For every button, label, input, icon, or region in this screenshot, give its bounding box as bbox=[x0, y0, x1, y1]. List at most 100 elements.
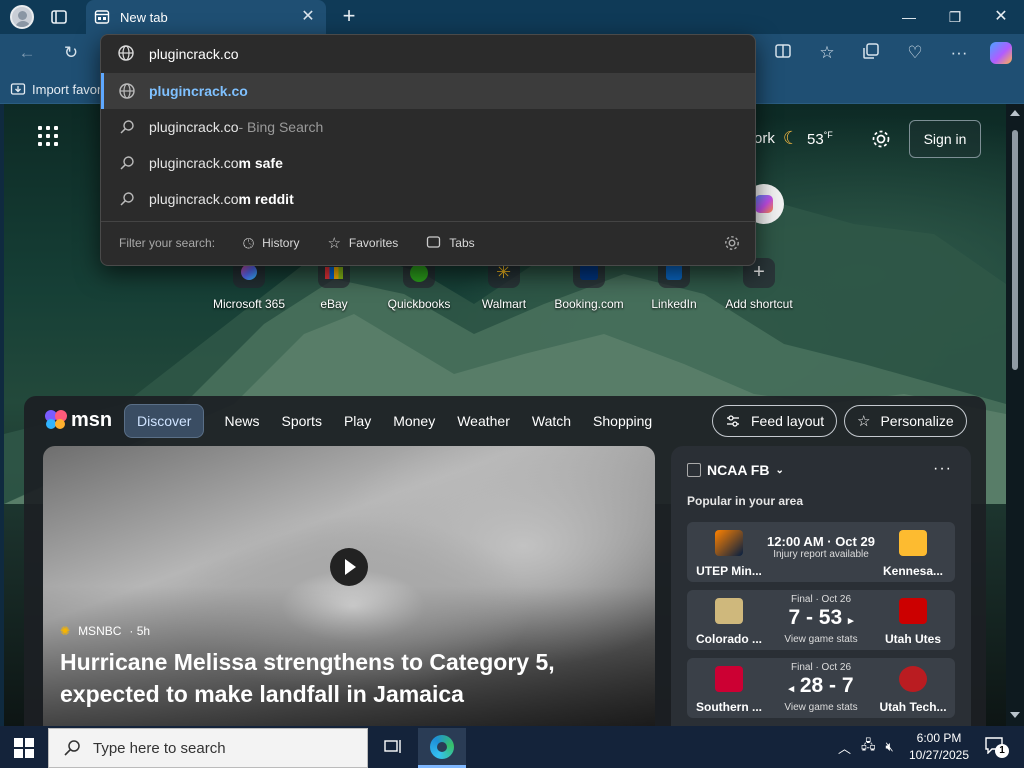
browser-essentials-icon[interactable]: ♡ bbox=[904, 42, 926, 64]
page-scrollbar[interactable] bbox=[1006, 104, 1024, 726]
page-settings-gear-icon[interactable] bbox=[870, 128, 892, 150]
windows-start-icon[interactable] bbox=[14, 738, 34, 758]
play-video-button[interactable] bbox=[330, 548, 368, 586]
view-game-stats-link[interactable]: View game stats bbox=[767, 702, 875, 713]
profile-avatar[interactable] bbox=[10, 5, 34, 29]
taskbar-search-box[interactable]: Type here to search bbox=[48, 728, 368, 768]
more-options-icon[interactable]: ··· bbox=[933, 460, 952, 478]
globe-icon bbox=[117, 82, 137, 100]
new-tab-button[interactable]: + bbox=[338, 5, 360, 28]
filter-tabs[interactable]: Tabs bbox=[426, 235, 475, 252]
network-icon[interactable]: 🖧︎ bbox=[861, 736, 876, 758]
weather-widget[interactable]: ork ☾ 53°F bbox=[754, 128, 833, 149]
suggestion-text: plugincrack.co bbox=[149, 83, 248, 99]
address-input[interactable] bbox=[149, 44, 739, 64]
suggestion-text: plugincrack.co bbox=[149, 119, 239, 135]
windows-taskbar: Type here to search ︿ 🖧︎ 🔇︎ 6:00 PM 10/2… bbox=[0, 726, 1024, 768]
suggestion-suffix: m safe bbox=[238, 155, 283, 171]
sliders-icon bbox=[727, 415, 739, 427]
more-menu-icon[interactable]: ··· bbox=[948, 42, 970, 64]
utep-miners-logo bbox=[715, 530, 743, 556]
address-bar-dropdown: plugincrack.co plugincrack.co - Bing Sea… bbox=[100, 34, 756, 266]
suggestion-safe[interactable]: plugincrack.co m safe bbox=[101, 145, 755, 181]
close-window-button[interactable]: ✕ bbox=[986, 6, 1016, 28]
filter-favorites[interactable]: ☆ Favorites bbox=[327, 234, 398, 252]
new-tab-page-icon bbox=[94, 9, 110, 25]
volume-muted-icon[interactable]: 🔇︎ bbox=[886, 739, 894, 755]
notification-count: 1 bbox=[995, 744, 1009, 758]
filter-label: Filter your search: bbox=[119, 236, 216, 250]
edge-icon bbox=[430, 735, 454, 759]
nav-watch[interactable]: Watch bbox=[532, 413, 571, 429]
refresh-icon[interactable]: ↻ bbox=[60, 42, 82, 64]
ncaa-logo-icon bbox=[687, 463, 701, 477]
winner-arrow-icon: ◂ bbox=[788, 683, 794, 695]
moon-icon: ☾ bbox=[782, 128, 799, 148]
nav-shopping[interactable]: Shopping bbox=[593, 413, 652, 429]
team1-name: Colorado ... bbox=[696, 632, 762, 646]
clock-time: 6:00 PM bbox=[916, 731, 962, 745]
personalize-label: Personalize bbox=[880, 413, 954, 429]
hero-headline[interactable]: Hurricane Melissa strengthens to Categor… bbox=[60, 646, 600, 710]
taskbar-search-placeholder: Type here to search bbox=[93, 739, 226, 757]
edge-taskbar-button[interactable] bbox=[418, 728, 466, 768]
weather-location: ork bbox=[754, 130, 775, 147]
split-screen-icon[interactable] bbox=[772, 42, 794, 64]
tab-close-icon[interactable]: ✕ bbox=[300, 9, 316, 25]
nav-money[interactable]: Money bbox=[393, 413, 435, 429]
copilot-icon[interactable] bbox=[990, 42, 1012, 64]
address-bar bbox=[101, 35, 755, 73]
personalize-button[interactable]: ☆ Personalize bbox=[844, 405, 967, 437]
view-game-stats-link[interactable]: View game stats bbox=[767, 634, 875, 645]
clock-date: 10/27/2025 bbox=[908, 748, 970, 762]
suggestion-bing-search[interactable]: plugincrack.co - Bing Search bbox=[101, 109, 755, 145]
suggestion-reddit[interactable]: plugincrack.co m reddit bbox=[101, 181, 755, 217]
nav-weather[interactable]: Weather bbox=[457, 413, 510, 429]
game-card[interactable]: UTEP Min... 12:00 AM · Oct 29 Injury rep… bbox=[687, 522, 955, 582]
msn-butterfly-icon bbox=[45, 410, 67, 429]
apps-grid-icon[interactable] bbox=[38, 126, 58, 146]
team1-name: UTEP Min... bbox=[696, 564, 762, 578]
msnbc-peacock-icon: ✺ bbox=[60, 624, 71, 638]
tabs-icon bbox=[426, 235, 441, 252]
weather-temperature: 53°F bbox=[806, 129, 833, 148]
favorites-star-icon[interactable]: ☆ bbox=[816, 42, 838, 64]
nav-discover[interactable]: Discover bbox=[124, 404, 205, 438]
hero-card[interactable]: ✺ MSNBC · 5h Hurricane Melissa strengthe… bbox=[43, 446, 655, 726]
game-card[interactable]: Southern ... Final · Oct 26 ◂ 28 - 7 Vie… bbox=[687, 658, 955, 718]
suggestion-suffix: m reddit bbox=[238, 191, 294, 207]
minimize-button[interactable]: — bbox=[894, 6, 924, 28]
sparkle-star-icon: ☆ bbox=[857, 413, 871, 430]
tab-new-tab[interactable]: New tab ✕ bbox=[86, 0, 326, 34]
game-status: Final · Oct 26 bbox=[790, 594, 852, 605]
suggestion-url[interactable]: plugincrack.co bbox=[101, 73, 755, 109]
colorado-buffaloes-logo bbox=[715, 598, 743, 624]
search-filter-row: Filter your search: 🕓︎ History ☆ Favorit… bbox=[119, 231, 475, 255]
injury-report-link[interactable]: Injury report available bbox=[767, 549, 875, 560]
collections-icon[interactable] bbox=[860, 42, 882, 64]
chevron-up-icon[interactable]: ︿ bbox=[838, 738, 851, 757]
restore-button[interactable]: ❐ bbox=[940, 6, 970, 28]
search-settings-gear-icon[interactable] bbox=[723, 234, 741, 252]
suggestion-suffix: - Bing Search bbox=[238, 119, 324, 135]
tab-actions-icon[interactable] bbox=[50, 8, 68, 26]
system-tray: ︿ 🖧︎ 🔇︎ bbox=[838, 736, 894, 758]
nav-news[interactable]: News bbox=[224, 413, 259, 429]
sports-league-selector[interactable]: NCAA FB ⌄ bbox=[687, 462, 784, 478]
import-favorites-button[interactable]: Import favor bbox=[10, 80, 101, 98]
nav-sports[interactable]: Sports bbox=[281, 413, 321, 429]
feed-layout-button[interactable]: Feed layout bbox=[712, 405, 838, 437]
taskbar-clock[interactable]: 6:00 PM 10/27/2025 bbox=[900, 730, 978, 764]
task-view-icon[interactable] bbox=[382, 738, 402, 756]
msn-logo[interactable]: msn bbox=[44, 408, 112, 432]
star-icon: ☆ bbox=[327, 235, 341, 252]
back-arrow-icon[interactable]: ← bbox=[16, 42, 38, 64]
sign-in-button[interactable]: Sign in bbox=[909, 120, 981, 158]
search-icon bbox=[117, 119, 137, 135]
filter-history[interactable]: 🕓︎ History bbox=[243, 235, 299, 252]
game-card[interactable]: Colorado ... Final · Oct 26 7 - 53 ▸ Vie… bbox=[687, 590, 955, 650]
notification-center-icon[interactable]: 1 bbox=[984, 736, 1009, 758]
game-score: ◂ 28 - 7 bbox=[788, 674, 854, 697]
suggestion-text: plugincrack.co bbox=[149, 191, 239, 207]
nav-play[interactable]: Play bbox=[344, 413, 371, 429]
